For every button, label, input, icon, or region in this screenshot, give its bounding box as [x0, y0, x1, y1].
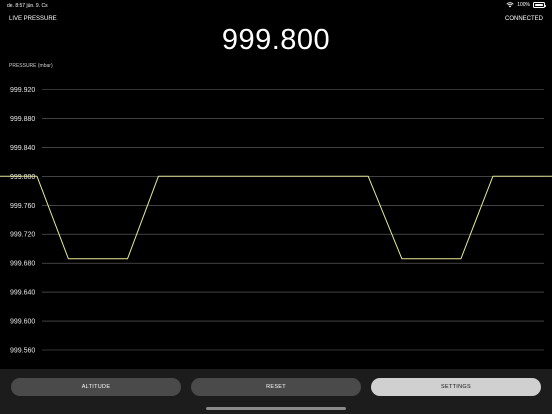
reset-button[interactable]: RESET [191, 378, 361, 396]
y-tick-label: 999.760 [10, 203, 35, 210]
y-tick-label: 999.840 [10, 145, 35, 152]
y-tick-label: 999.920 [10, 87, 35, 94]
y-tick-label: 999.800 [10, 174, 35, 181]
y-tick-label: 999.600 [10, 319, 35, 326]
y-tick-labels: 999.920 999.880 999.840 999.800 999.760 999.7… [10, 87, 35, 355]
altitude-button[interactable]: ALTITUDE [11, 378, 181, 396]
y-tick-label: 999.640 [10, 290, 35, 297]
y-tick-label: 999.680 [10, 261, 35, 268]
settings-button[interactable]: SETTINGS [371, 378, 541, 396]
y-tick-label: 999.880 [10, 116, 35, 123]
pressure-chart: PRESSURE (mbar) 999.920999.880999.840999… [0, 63, 552, 355]
home-indicator [206, 407, 346, 410]
y-tick-label: 999.560 [10, 348, 35, 355]
y-tick-label: 999.720 [10, 232, 35, 239]
pressure-series-line [0, 175, 552, 260]
series-layer [0, 175, 552, 260]
y-axis-title: PRESSURE (mbar) [9, 63, 53, 69]
grid-lines [42, 89, 544, 351]
